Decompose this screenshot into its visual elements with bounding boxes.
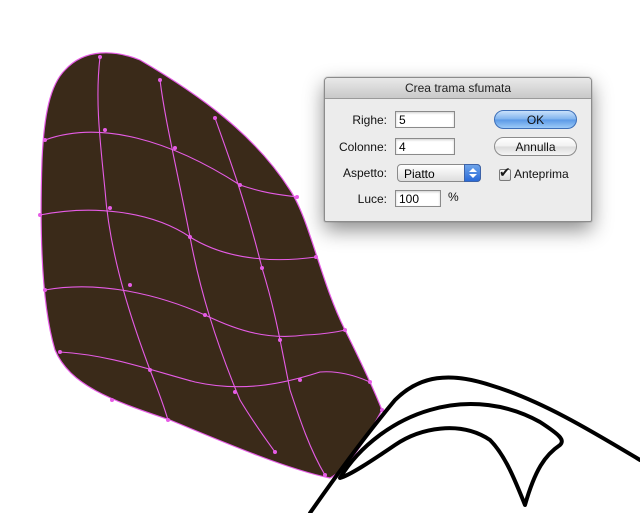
create-gradient-mesh-dialog: Crea trama sfumata Righe: 5 Colonne: 4 A… — [324, 77, 592, 222]
columns-label: Colonne: — [338, 140, 387, 154]
appearance-select[interactable]: Piatto — [397, 164, 481, 182]
cancel-button[interactable]: Annulla — [494, 137, 577, 156]
rows-label: Righe: — [352, 113, 387, 127]
checkmark-icon: ✔ — [499, 164, 511, 180]
dialog-title[interactable]: Crea trama sfumata — [325, 78, 591, 99]
percent-sign: % — [448, 190, 459, 204]
appearance-value: Piatto — [404, 167, 435, 181]
ok-button[interactable]: OK — [494, 110, 577, 129]
highlight-field[interactable]: 100 — [395, 190, 441, 207]
select-arrows-icon — [464, 164, 481, 182]
preview-label[interactable]: Anteprima — [514, 167, 569, 181]
preview-checkbox[interactable]: ✔ — [499, 165, 511, 181]
highlight-label: Luce: — [357, 192, 387, 206]
appearance-label: Aspetto: — [342, 166, 387, 180]
rows-field[interactable]: 5 — [395, 111, 455, 128]
columns-field[interactable]: 4 — [395, 138, 455, 155]
